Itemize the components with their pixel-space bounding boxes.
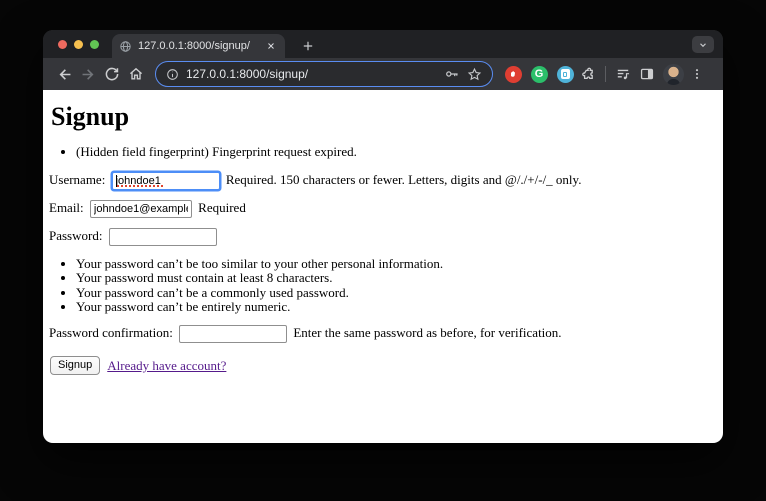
password-input[interactable] bbox=[108, 227, 217, 246]
form-error-list: (Hidden field fingerprint) Fingerprint r… bbox=[49, 144, 715, 159]
puzzle-icon[interactable] bbox=[578, 62, 600, 86]
signup-button[interactable]: Signup bbox=[50, 356, 101, 376]
email-help-text: Required bbox=[198, 199, 246, 215]
desktop: { "window": { "controls": ["close", "min… bbox=[0, 0, 766, 501]
toolbar-divider bbox=[605, 66, 606, 82]
page-content: Signup (Hidden field fingerprint) Finger… bbox=[43, 90, 723, 443]
username-input[interactable] bbox=[111, 171, 220, 190]
browser-tab[interactable]: 127.0.0.1:8000/signup/ bbox=[112, 34, 285, 58]
form-actions: Signup Already have account? bbox=[50, 356, 715, 376]
email-input[interactable] bbox=[89, 199, 192, 218]
password-rules-list: Your password can’t be too similar to yo… bbox=[49, 256, 715, 315]
kebab-menu-icon[interactable] bbox=[688, 62, 706, 86]
media-controls-icon[interactable] bbox=[611, 62, 635, 86]
forward-icon[interactable] bbox=[76, 62, 100, 86]
home-icon[interactable] bbox=[124, 62, 148, 86]
close-window-button[interactable] bbox=[58, 40, 67, 49]
new-tab-button[interactable] bbox=[298, 36, 318, 56]
login-link[interactable]: Already have account? bbox=[107, 358, 226, 374]
page-title: Signup bbox=[51, 102, 130, 131]
back-icon[interactable] bbox=[52, 62, 76, 86]
spellcheck-underline bbox=[116, 184, 163, 187]
reload-icon[interactable] bbox=[100, 62, 124, 86]
tab-search-button[interactable] bbox=[692, 36, 714, 53]
browser-window: 127.0.0.1:8000/signup/ 127.0.0.1:8000/si… bbox=[43, 30, 723, 443]
address-bar[interactable]: 127.0.0.1:8000/signup/ bbox=[155, 61, 493, 87]
window-controls bbox=[58, 40, 99, 49]
tab-title: 127.0.0.1:8000/signup/ bbox=[138, 40, 250, 52]
url-text[interactable]: 127.0.0.1:8000/signup/ bbox=[186, 67, 437, 81]
password-confirmation-help-text: Enter the same password as before, for v… bbox=[293, 325, 562, 341]
password-confirmation-label: Password confirmation: bbox=[49, 325, 173, 341]
tab-strip: 127.0.0.1:8000/signup/ bbox=[43, 30, 723, 58]
zoom-window-button[interactable] bbox=[90, 40, 99, 49]
username-row: Username: Required. 150 characters or fe… bbox=[49, 172, 715, 190]
grammarly-icon[interactable]: G bbox=[530, 65, 548, 83]
profile-avatar[interactable] bbox=[663, 63, 684, 85]
minimize-window-button[interactable] bbox=[74, 40, 83, 49]
email-row: Email: Required bbox=[49, 200, 715, 218]
side-panel-icon[interactable] bbox=[635, 62, 659, 86]
close-tab-icon[interactable] bbox=[264, 39, 278, 53]
star-icon[interactable] bbox=[467, 67, 482, 82]
password-confirmation-input[interactable] bbox=[179, 325, 288, 344]
form-error: (Hidden field fingerprint) Fingerprint r… bbox=[76, 144, 715, 159]
username-label: Username: bbox=[49, 171, 106, 187]
password-row: Password: bbox=[49, 228, 715, 246]
email-label: Email: bbox=[49, 199, 84, 215]
globe-favicon-icon bbox=[119, 40, 132, 53]
password-rule: Your password can’t be a commonly used p… bbox=[76, 285, 715, 300]
adblock-hand-icon[interactable] bbox=[504, 65, 522, 83]
info-icon[interactable] bbox=[166, 68, 179, 81]
username-help-text: Required. 150 characters or fewer. Lette… bbox=[225, 171, 582, 187]
password-rule: Your password can’t be entirely numeric. bbox=[76, 300, 715, 314]
teal-extension-icon[interactable] bbox=[556, 65, 574, 83]
password-rule: Your password must contain at least 8 ch… bbox=[76, 271, 715, 285]
password-confirmation-row: Password confirmation: Enter the same pa… bbox=[49, 325, 715, 344]
key-icon[interactable] bbox=[444, 66, 460, 82]
browser-toolbar: 127.0.0.1:8000/signup/ G bbox=[43, 58, 723, 90]
password-label: Password: bbox=[49, 227, 103, 243]
password-rule: Your password can’t be too similar to yo… bbox=[76, 256, 715, 271]
